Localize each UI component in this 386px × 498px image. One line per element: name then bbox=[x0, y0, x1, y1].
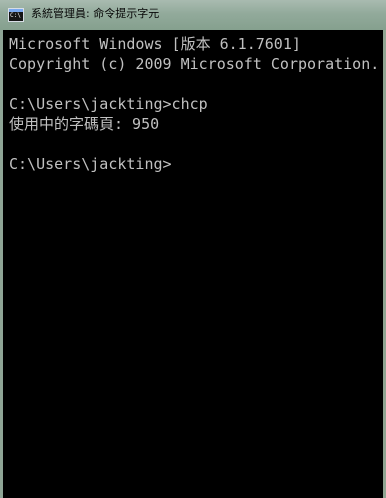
console-line-chcp-command: C:\Users\jackting>chcp bbox=[9, 95, 208, 113]
command-prompt-window: 系統管理員: 命令提示字元 Microsoft Windows [版本 6.1.… bbox=[0, 0, 386, 498]
console-prompt[interactable]: C:\Users\jackting> bbox=[9, 154, 172, 174]
window-title: 系統管理員: 命令提示字元 bbox=[31, 7, 160, 20]
console-output-area[interactable]: Microsoft Windows [版本 6.1.7601] Copyrigh… bbox=[3, 30, 383, 498]
command-prompt-icon[interactable] bbox=[8, 8, 24, 22]
console-line-windows-version: Microsoft Windows [版本 6.1.7601] bbox=[9, 35, 301, 53]
console-line-code-page: 使用中的字碼頁: 950 bbox=[9, 115, 160, 133]
console-line-copyright: Copyright (c) 2009 Microsoft Corporation… bbox=[9, 55, 380, 73]
title-bar[interactable]: 系統管理員: 命令提示字元 bbox=[0, 0, 386, 30]
